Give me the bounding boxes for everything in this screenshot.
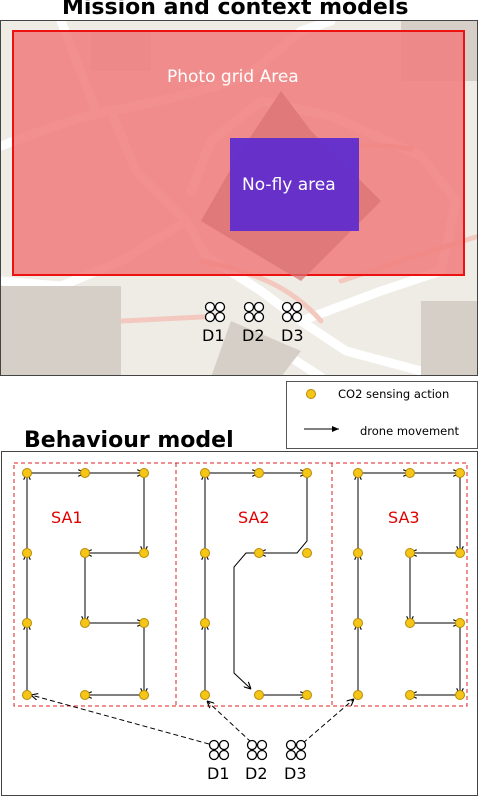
drone-rotor-icon	[253, 311, 265, 323]
legend-co2-dot	[306, 389, 316, 399]
co2-action-dot	[139, 548, 149, 558]
sa3-label: SA3	[388, 508, 420, 527]
co2-action-dot	[139, 468, 149, 478]
co2-action-dot	[455, 618, 465, 628]
co2-action-dot	[200, 548, 210, 558]
co2-action-dot	[200, 618, 210, 628]
co2-action-dot	[80, 690, 90, 700]
legend-move-label: drone movement	[360, 424, 460, 438]
nofly-label: No-fly area	[242, 175, 336, 195]
drone-rotor-icon	[218, 749, 230, 761]
sa2-label: SA2	[238, 508, 270, 527]
drone-label-bottom-d2: D2	[245, 764, 268, 783]
co2-action-dot	[455, 468, 465, 478]
drone-rotor-icon	[246, 749, 258, 761]
co2-action-dot	[405, 468, 415, 478]
co2-action-dot	[455, 548, 465, 558]
co2-action-dot	[302, 468, 312, 478]
co2-action-dot	[200, 468, 210, 478]
behaviour-title: Behaviour model	[24, 428, 234, 453]
drone-rotor-icon	[295, 749, 307, 761]
co2-action-dot	[139, 690, 149, 700]
co2-action-dot	[353, 690, 363, 700]
drone-rotor-icon	[281, 311, 293, 323]
drone-rotor-icon	[285, 749, 297, 761]
co2-action-dot	[22, 690, 32, 700]
drone-rotor-icon	[295, 739, 307, 751]
sa2-path-seg	[233, 552, 259, 689]
bottom-drone-group	[208, 739, 307, 761]
sa1-label: SA1	[51, 508, 83, 527]
co2-action-dot	[353, 548, 363, 558]
drone-rotor-icon	[214, 301, 226, 313]
co2-action-dot	[139, 618, 149, 628]
co2-action-dot	[80, 468, 90, 478]
drone-dispatch-paths	[31, 695, 354, 745]
legend: CO2 sensing action drone movement	[286, 381, 478, 449]
drone-rotor-icon	[243, 301, 255, 313]
co2-action-dot	[405, 548, 415, 558]
drone-rotor-icon	[204, 301, 216, 313]
co2-action-dot	[22, 618, 32, 628]
sa-outer-region	[13, 462, 468, 707]
drone-rotor-icon	[256, 749, 268, 761]
co2-action-dot	[80, 548, 90, 558]
drone-icon-bottom-d1	[208, 739, 230, 761]
drone-rotor-icon	[218, 739, 230, 751]
drone-rotor-icon	[204, 311, 216, 323]
drone-rotor-icon	[291, 301, 303, 313]
drone-icon-top-d2	[243, 301, 265, 323]
co2-action-dot	[80, 618, 90, 628]
legend-co2-label: CO2 sensing action	[338, 387, 450, 401]
drone-rotor-icon	[256, 739, 268, 751]
co2-action-dot	[22, 548, 32, 558]
drone-label-top-d2: D2	[242, 326, 265, 345]
behaviour-panel	[1, 451, 478, 796]
mission-context-title: Mission and context models	[62, 0, 409, 20]
drone-label-top-d3: D3	[281, 326, 304, 345]
co2-action-dot	[405, 690, 415, 700]
co2-action-dot	[254, 548, 264, 558]
drone-paths	[27, 473, 460, 695]
drone-rotor-icon	[243, 311, 255, 323]
top-drone-group	[204, 301, 303, 323]
drone-rotor-icon	[246, 739, 258, 751]
co2-action-dot	[455, 690, 465, 700]
behaviour-diagram	[13, 462, 468, 761]
co2-action-dot	[353, 618, 363, 628]
co2-action-dots	[22, 468, 465, 700]
legend-arrow-head	[332, 426, 339, 432]
drone-label-top-d1: D1	[202, 326, 225, 345]
co2-action-dot	[254, 690, 264, 700]
drone-rotor-icon	[253, 301, 265, 313]
d1-dispatch-path	[31, 695, 210, 745]
drone-label-bottom-d3: D3	[284, 764, 307, 783]
co2-action-dot	[22, 468, 32, 478]
drone-rotor-icon	[291, 311, 303, 323]
drone-icon-bottom-d2	[246, 739, 268, 761]
drone-rotor-icon	[208, 749, 220, 761]
drone-rotor-icon	[208, 739, 220, 751]
drone-rotor-icon	[214, 311, 226, 323]
drone-icon-bottom-d3	[285, 739, 307, 761]
sa-regions	[13, 462, 468, 707]
drone-label-bottom-d1: D1	[207, 764, 230, 783]
d2-dispatch-path	[207, 701, 252, 743]
drone-rotor-icon	[285, 739, 297, 751]
drone-rotor-icon	[281, 301, 293, 313]
co2-action-dot	[353, 468, 363, 478]
co2-action-dot	[200, 690, 210, 700]
co2-action-dot	[302, 690, 312, 700]
co2-action-dot	[302, 548, 312, 558]
co2-action-dot	[254, 468, 264, 478]
photo-grid-label: Photo grid Area	[167, 67, 299, 87]
co2-action-dot	[405, 618, 415, 628]
